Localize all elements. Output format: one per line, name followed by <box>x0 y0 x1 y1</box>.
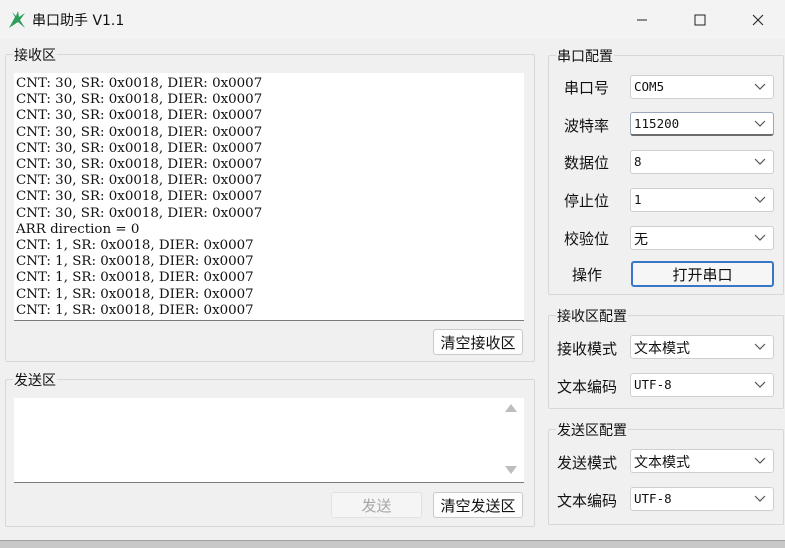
chevron-down-icon <box>754 158 766 165</box>
baud-value: 115200 <box>634 116 680 131</box>
receive-text-content: CNT: 30, SR: 0x0018, DIER: 0x0007 CNT: 3… <box>16 76 263 318</box>
parity-select[interactable]: 无 <box>630 226 774 250</box>
close-icon <box>752 14 764 25</box>
receive-mode-select[interactable]: 文本模式 <box>630 335 774 359</box>
send-group-label: 发送区 <box>13 370 57 390</box>
chevron-down-icon <box>754 120 766 127</box>
send-encoding-label: 文本编码 <box>557 492 618 510</box>
chevron-down-icon <box>754 196 766 203</box>
send-encoding-select[interactable]: UTF-8 <box>630 487 774 511</box>
clear-receive-button[interactable]: 清空接收区 <box>433 329 523 355</box>
port-value: COM5 <box>634 79 665 94</box>
send-encoding-value: UTF-8 <box>634 491 672 506</box>
maximize-button[interactable] <box>671 0 729 39</box>
data-bits-select[interactable]: 8 <box>630 150 774 174</box>
receive-mode-value: 文本模式 <box>634 341 690 357</box>
send-button[interactable]: 发送 <box>331 492 422 518</box>
send-scroll-up-icon[interactable] <box>505 404 517 412</box>
data-bits-label: 数据位 <box>564 154 610 172</box>
parity-label: 校验位 <box>564 230 610 248</box>
maximize-icon <box>694 14 706 25</box>
port-select[interactable]: COM5 <box>630 75 774 99</box>
minimize-button[interactable] <box>613 0 671 39</box>
operation-label: 操作 <box>572 266 603 284</box>
app-icon <box>9 11 25 28</box>
minimize-icon <box>637 19 647 20</box>
baud-label: 波特率 <box>564 117 610 135</box>
send-config-label: 发送区配置 <box>556 420 628 440</box>
receive-config-label: 接收区配置 <box>556 306 628 326</box>
stop-bits-value: 1 <box>634 192 642 207</box>
chevron-down-icon <box>754 83 766 90</box>
chevron-down-icon <box>754 343 766 350</box>
stop-bits-select[interactable]: 1 <box>630 188 774 212</box>
receive-encoding-label: 文本编码 <box>557 378 618 396</box>
parity-value: 无 <box>634 232 648 248</box>
baud-select[interactable]: 115200 <box>630 112 774 136</box>
chevron-down-icon <box>754 457 766 464</box>
open-port-button[interactable]: 打开串口 <box>631 261 774 287</box>
send-scroll-down-icon[interactable] <box>505 466 517 474</box>
app-window: 串口助手 V1.1 接收区 CNT: 30, SR: 0x0018, DIER:… <box>0 0 785 541</box>
close-button[interactable] <box>729 0 785 39</box>
send-mode-value: 文本模式 <box>634 455 690 471</box>
serial-config-label: 串口配置 <box>556 46 614 66</box>
chevron-down-icon <box>754 495 766 502</box>
stop-bits-label: 停止位 <box>564 192 610 210</box>
title-bar[interactable]: 串口助手 V1.1 <box>0 0 785 39</box>
chevron-down-icon <box>754 234 766 241</box>
port-label: 串口号 <box>564 79 610 97</box>
send-textarea[interactable] <box>14 398 524 483</box>
data-bits-value: 8 <box>634 154 642 169</box>
receive-encoding-select[interactable]: UTF-8 <box>630 373 774 397</box>
chevron-down-icon <box>754 381 766 388</box>
window-title: 串口助手 V1.1 <box>32 13 125 29</box>
receive-mode-label: 接收模式 <box>557 340 618 358</box>
send-mode-label: 发送模式 <box>557 454 618 472</box>
send-mode-select[interactable]: 文本模式 <box>630 449 774 473</box>
clear-send-button[interactable]: 清空发送区 <box>433 492 523 518</box>
receive-textarea[interactable]: CNT: 30, SR: 0x0018, DIER: 0x0007 CNT: 3… <box>14 73 524 321</box>
receive-group-label: 接收区 <box>13 45 57 65</box>
receive-encoding-value: UTF-8 <box>634 377 672 392</box>
